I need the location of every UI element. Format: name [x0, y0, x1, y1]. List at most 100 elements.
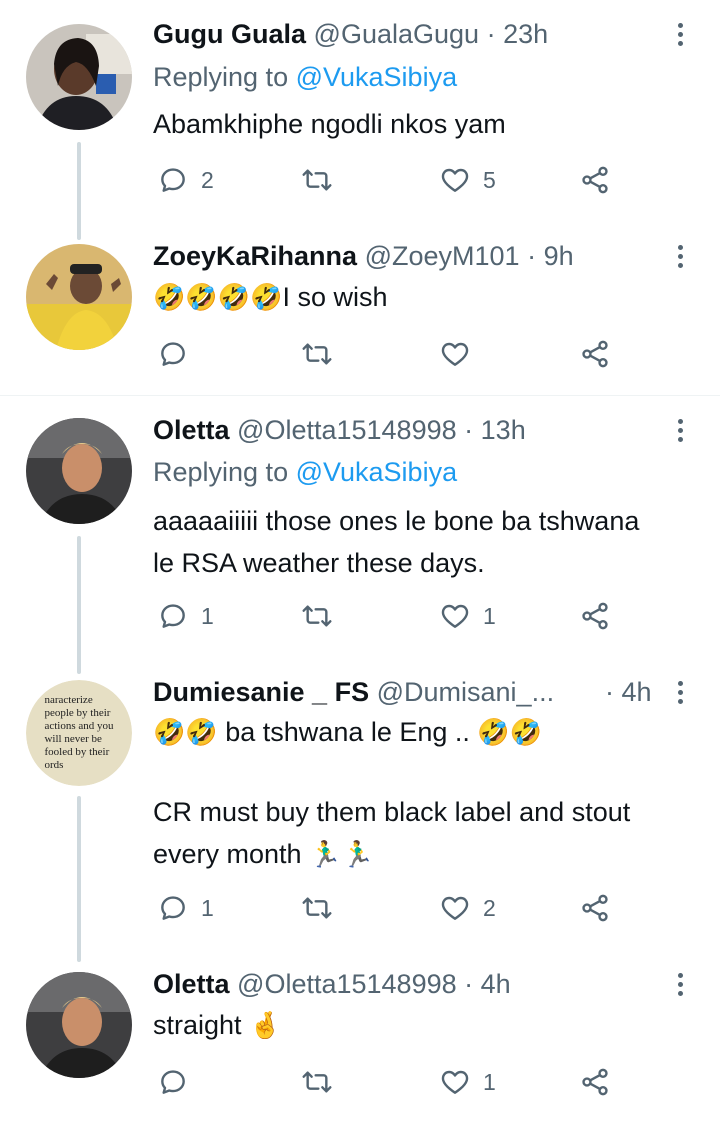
- retweet-button[interactable]: [301, 334, 345, 374]
- timestamp[interactable]: 4h: [622, 677, 652, 707]
- username[interactable]: @Oletta15148998: [237, 969, 457, 999]
- reply-button[interactable]: 1: [157, 596, 214, 636]
- more-options-icon[interactable]: [668, 413, 692, 447]
- tweet[interactable]: naracterize people by their actions and …: [0, 666, 720, 956]
- replying-to-label: Replying to: [153, 62, 296, 92]
- username[interactable]: @ZoeyM101: [365, 241, 520, 271]
- reply-button[interactable]: [157, 334, 201, 374]
- retweet-button[interactable]: [301, 596, 345, 636]
- mention-link[interactable]: @VukaSibiya: [296, 457, 458, 487]
- like-count: 1: [483, 1068, 496, 1095]
- replying-to-label: Replying to: [153, 457, 296, 487]
- reply-icon: [161, 604, 185, 628]
- more-options-icon[interactable]: [668, 675, 692, 709]
- like-count: 2: [483, 894, 496, 921]
- tweet-header: ZoeyKaRihanna @ZoeyM101 · 9h: [153, 239, 574, 273]
- reply-icon: [161, 896, 185, 920]
- heart-icon: [441, 342, 469, 366]
- tweet-text-line: every month 🏃‍♂️🏃‍♂️: [153, 839, 374, 869]
- separator-dot: ·: [464, 969, 474, 999]
- timestamp[interactable]: 13h: [481, 415, 526, 445]
- reply-icon: [161, 1070, 185, 1094]
- tweet-header: Oletta @Oletta15148998 · 13h: [153, 413, 526, 447]
- reply-button[interactable]: 2: [157, 160, 214, 200]
- reply-icon: [161, 168, 185, 192]
- tweet[interactable]: ZoeyKaRihanna @ZoeyM101 · 9h 🤣🤣🤣🤣I so wi…: [0, 230, 720, 395]
- replying-to: Replying to @VukaSibiya: [153, 455, 457, 489]
- separator-dot: ·: [605, 677, 614, 707]
- display-name[interactable]: Dumiesanie _ FS: [153, 677, 369, 707]
- retweet-button[interactable]: [301, 888, 345, 928]
- avatar[interactable]: [26, 972, 132, 1078]
- emoji: 🏃‍♂️🏃‍♂️: [309, 839, 374, 869]
- display-name[interactable]: Gugu Guala: [153, 19, 306, 49]
- tweet-header: Oletta @Oletta15148998 · 4h: [153, 967, 511, 1001]
- separator-dot: ·: [486, 19, 496, 49]
- avatar[interactable]: [26, 418, 132, 524]
- like-button[interactable]: 1: [439, 1062, 496, 1102]
- tweet-text: 🤣🤣🤣🤣I so wish: [153, 276, 698, 318]
- retweet-icon: [302, 605, 332, 627]
- tweet-text: straight 🤞: [153, 1004, 698, 1046]
- like-button[interactable]: 2: [439, 888, 496, 928]
- avatar[interactable]: [26, 24, 132, 130]
- tweet-actions: [153, 334, 623, 374]
- share-button[interactable]: [579, 1062, 611, 1102]
- tweet-time: · 4h: [605, 675, 652, 709]
- share-button[interactable]: [579, 334, 611, 374]
- mention-link[interactable]: @VukaSibiya: [296, 62, 458, 92]
- tweet-text: Abamkhiphe ngodli nkos yam: [153, 109, 506, 139]
- more-options-icon[interactable]: [668, 967, 692, 1001]
- reply-count: 2: [201, 166, 214, 193]
- replying-to: Replying to @VukaSibiya: [153, 60, 457, 94]
- share-button[interactable]: [579, 888, 611, 928]
- share-icon: [582, 340, 608, 368]
- tweet-header: Dumiesanie _ FS @Dumisani_...: [153, 675, 554, 709]
- tweet[interactable]: Oletta @Oletta15148998 · 4h straight 🤞 1: [0, 956, 720, 1124]
- tweet-text-content: straight: [153, 1010, 250, 1040]
- retweet-icon: [302, 169, 332, 191]
- username[interactable]: @GualaGugu: [314, 19, 480, 49]
- reply-button[interactable]: [157, 1062, 201, 1102]
- tweet-text-line: le RSA weather these days.: [153, 548, 485, 578]
- tweet-actions: 1: [153, 1062, 623, 1102]
- heart-icon: [441, 168, 469, 192]
- timestamp[interactable]: 4h: [481, 969, 511, 999]
- share-button[interactable]: [579, 160, 611, 200]
- share-icon: [582, 602, 608, 630]
- reply-button[interactable]: 1: [157, 888, 214, 928]
- username[interactable]: @Dumisani_...: [377, 677, 554, 707]
- username[interactable]: @Oletta15148998: [237, 415, 457, 445]
- timestamp[interactable]: 9h: [544, 241, 574, 271]
- reply-count: 1: [201, 894, 214, 921]
- avatar[interactable]: [26, 244, 132, 350]
- more-options-icon[interactable]: [668, 239, 692, 273]
- reply-count: 1: [201, 602, 214, 629]
- retweet-button[interactable]: [301, 160, 345, 200]
- tweet-actions: 1 2: [153, 888, 623, 928]
- retweet-button[interactable]: [301, 1062, 345, 1102]
- tweet[interactable]: Gugu Guala @GualaGugu · 23h Replying to …: [0, 0, 720, 230]
- avatar[interactable]: naracterize people by their actions and …: [26, 680, 132, 786]
- tweet-text-line: 🤣🤣 ba tshwana le Eng .. 🤣🤣: [153, 717, 543, 747]
- avatar-quote-image: naracterize people by their actions and …: [26, 680, 132, 786]
- separator-dot: ·: [527, 241, 537, 271]
- display-name[interactable]: Oletta: [153, 969, 230, 999]
- separator-dot: ·: [464, 415, 474, 445]
- like-button[interactable]: [439, 334, 483, 374]
- emoji: 🤣🤣: [153, 717, 218, 747]
- more-options-icon[interactable]: [668, 17, 692, 51]
- tweet-actions: 2 5: [153, 160, 623, 200]
- share-icon: [582, 1068, 608, 1096]
- like-button[interactable]: 5: [439, 160, 496, 200]
- display-name[interactable]: Oletta: [153, 415, 230, 445]
- like-button[interactable]: 1: [439, 596, 496, 636]
- retweet-icon: [302, 343, 332, 365]
- share-icon: [582, 894, 608, 922]
- timestamp[interactable]: 23h: [503, 19, 548, 49]
- tweet-text-line: aaaaaiiiii those ones le bone ba tshwana: [153, 506, 640, 536]
- display-name[interactable]: ZoeyKaRihanna: [153, 241, 357, 271]
- like-count: 1: [483, 602, 496, 629]
- share-button[interactable]: [579, 596, 611, 636]
- tweet[interactable]: Oletta @Oletta15148998 · 13h Replying to…: [0, 396, 720, 666]
